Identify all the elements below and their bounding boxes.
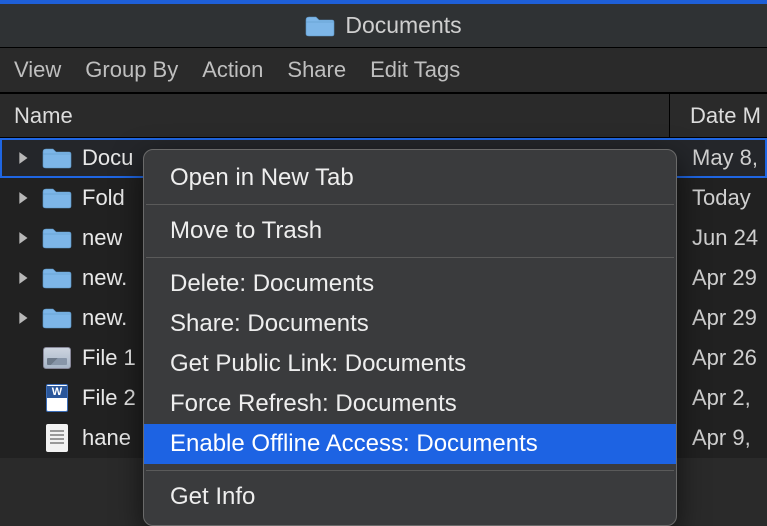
file-name: Docu	[82, 145, 133, 171]
context-menu-item[interactable]: Enable Offline Access: Documents	[144, 424, 676, 464]
file-date: Today	[672, 185, 765, 211]
column-header-name[interactable]: Name	[0, 94, 670, 137]
file-name: Fold	[82, 185, 125, 211]
file-date: Apr 26	[672, 345, 765, 371]
folder-icon	[40, 227, 74, 249]
titlebar: Documents	[0, 0, 767, 48]
menu-group-by[interactable]: Group By	[85, 57, 178, 83]
file-date: May 8,	[672, 145, 765, 171]
context-menu-item[interactable]: Get Public Link: Documents	[144, 344, 676, 384]
menu-separator	[146, 257, 674, 258]
menu-view[interactable]: View	[14, 57, 61, 83]
text-icon	[40, 424, 74, 452]
file-name: File 2	[82, 385, 136, 411]
file-name: new.	[82, 265, 127, 291]
context-menu-item[interactable]: Move to Trash	[144, 211, 676, 251]
window-title: Documents	[345, 12, 461, 39]
folder-icon	[305, 15, 335, 37]
file-name: hane	[82, 425, 131, 451]
context-menu-item[interactable]: Open in New Tab	[144, 158, 676, 198]
context-menu-item[interactable]: Delete: Documents	[144, 264, 676, 304]
folder-icon	[40, 147, 74, 169]
menu-action[interactable]: Action	[202, 57, 263, 83]
disclosure-triangle-icon[interactable]	[16, 151, 32, 165]
file-date: Jun 24	[672, 225, 765, 251]
column-header-date[interactable]: Date M	[670, 103, 767, 129]
file-date: Apr 2,	[672, 385, 765, 411]
folder-icon	[40, 187, 74, 209]
disclosure-triangle-icon[interactable]	[16, 311, 32, 325]
disclosure-triangle-icon[interactable]	[16, 271, 32, 285]
column-headers: Name Date M	[0, 94, 767, 138]
context-menu-item[interactable]: Get Info	[144, 477, 676, 517]
menu-edit-tags[interactable]: Edit Tags	[370, 57, 460, 83]
image-icon	[40, 347, 74, 369]
context-menu-item[interactable]: Share: Documents	[144, 304, 676, 344]
menu-share[interactable]: Share	[287, 57, 346, 83]
toolbar: View Group By Action Share Edit Tags	[0, 48, 767, 94]
folder-icon	[40, 267, 74, 289]
file-name: new.	[82, 305, 127, 331]
context-menu: Open in New Tab Move to Trash Delete: Docu…	[143, 149, 677, 526]
file-date: Apr 9,	[672, 425, 765, 451]
file-date: Apr 29	[672, 305, 765, 331]
menu-separator	[146, 204, 674, 205]
file-name: new	[82, 225, 122, 251]
file-date: Apr 29	[672, 265, 765, 291]
file-name: File 1	[82, 345, 136, 371]
disclosure-triangle-icon[interactable]	[16, 231, 32, 245]
disclosure-triangle-icon[interactable]	[16, 191, 32, 205]
menu-separator	[146, 470, 674, 471]
worddoc-icon	[40, 384, 74, 412]
context-menu-item[interactable]: Force Refresh: Documents	[144, 384, 676, 424]
folder-icon	[40, 307, 74, 329]
